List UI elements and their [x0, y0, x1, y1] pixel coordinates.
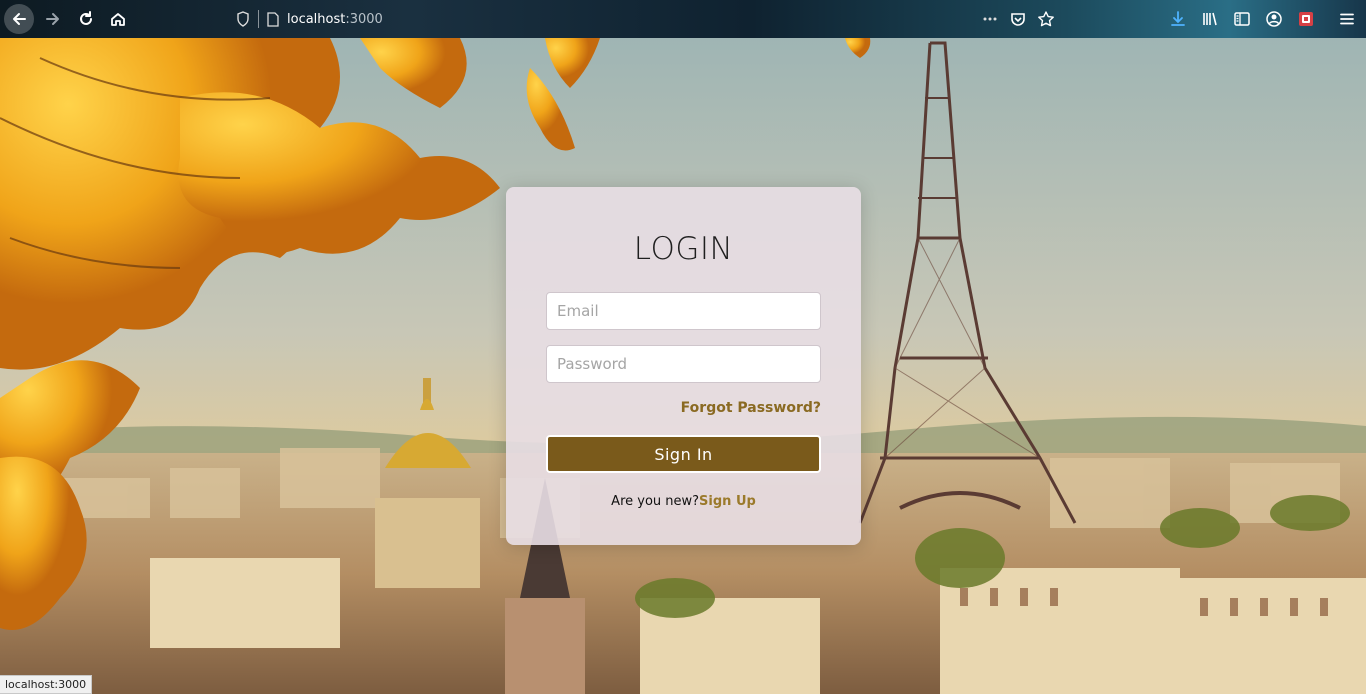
- home-icon[interactable]: [103, 4, 133, 34]
- extension-icon[interactable]: [1291, 4, 1321, 34]
- browser-toolbar: localhost:3000: [0, 0, 1366, 38]
- new-user-prompt: Are you new?: [611, 494, 700, 509]
- sidebar-icon[interactable]: [1227, 4, 1257, 34]
- back-arrow-icon[interactable]: [4, 4, 34, 34]
- login-card: LOGIN Forgot Password? Sign In Are you n…: [506, 187, 861, 545]
- url-separator: [258, 10, 259, 28]
- login-title: LOGIN: [633, 231, 734, 267]
- reload-icon[interactable]: [71, 4, 101, 34]
- shield-icon[interactable]: [236, 11, 250, 27]
- more-icon[interactable]: [975, 4, 1005, 34]
- star-icon[interactable]: [1031, 4, 1061, 34]
- download-icon[interactable]: [1163, 4, 1193, 34]
- url-host: localhost: [287, 11, 346, 27]
- url-text[interactable]: localhost:3000: [287, 12, 383, 27]
- pocket-icon[interactable]: [1003, 4, 1033, 34]
- sign-in-button[interactable]: Sign In: [546, 435, 821, 473]
- library-icon[interactable]: [1195, 4, 1225, 34]
- forgot-password-link[interactable]: Forgot Password?: [681, 400, 821, 416]
- forward-arrow-icon[interactable]: [38, 4, 68, 34]
- url-port: :3000: [345, 11, 383, 27]
- sign-up-link[interactable]: Sign Up: [699, 494, 756, 509]
- page-icon: [267, 11, 279, 27]
- account-icon[interactable]: [1259, 4, 1289, 34]
- url-bar[interactable]: localhost:3000: [236, 5, 383, 33]
- status-bar: localhost:3000: [0, 675, 93, 694]
- email-field[interactable]: [546, 292, 821, 330]
- page-viewport: LOGIN Forgot Password? Sign In Are you n…: [0, 38, 1366, 694]
- menu-icon[interactable]: [1332, 4, 1362, 34]
- signup-row: Are you new?Sign Up: [506, 494, 861, 509]
- password-field[interactable]: [546, 345, 821, 383]
